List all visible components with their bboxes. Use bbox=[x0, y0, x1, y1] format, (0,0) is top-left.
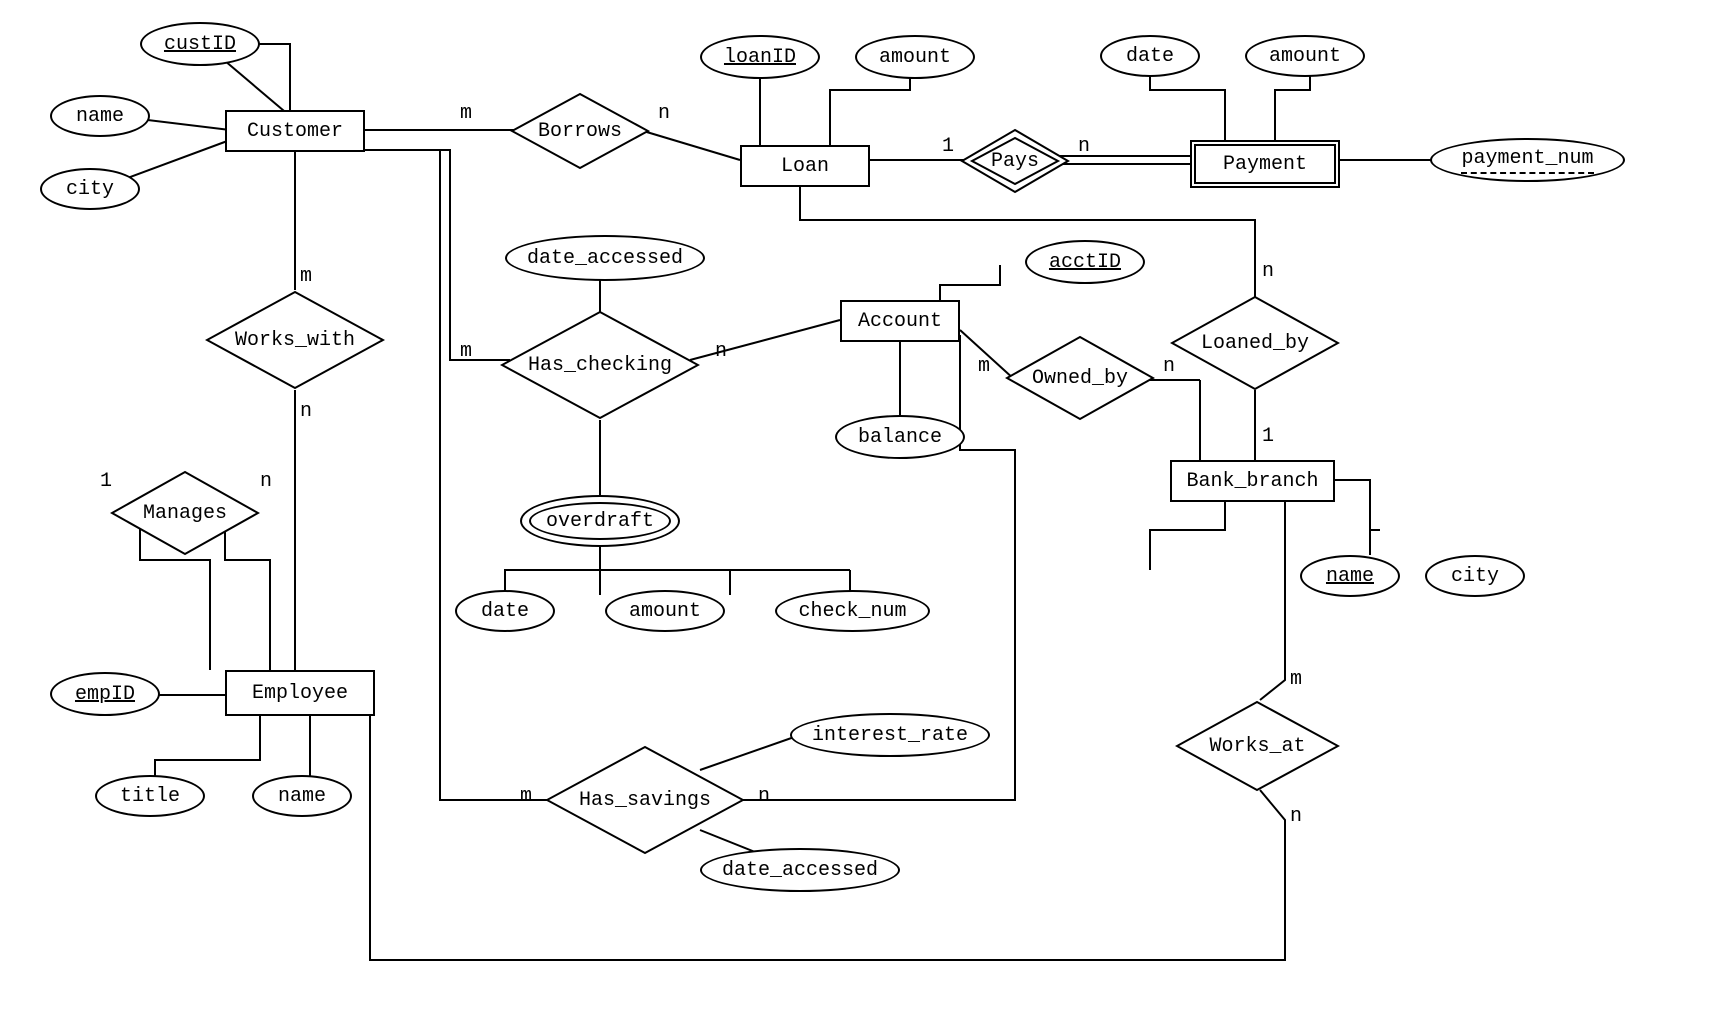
rel-works-at-label: Works_at bbox=[1209, 735, 1305, 758]
attr-cust-name: name bbox=[50, 95, 150, 137]
attr-payment-num: payment_num bbox=[1430, 138, 1625, 182]
rel-has-checking: Has_checking bbox=[500, 310, 700, 420]
entity-loan: Loan bbox=[740, 145, 870, 187]
attr-date-accessed: date_accessed bbox=[505, 235, 705, 281]
attr-loan-amount: amount bbox=[855, 35, 975, 79]
rel-manages: Manages bbox=[110, 470, 260, 556]
rel-borrows-label: Borrows bbox=[538, 120, 622, 143]
rel-manages-label: Manages bbox=[143, 502, 227, 525]
attr-branch-city: city bbox=[1425, 555, 1525, 597]
entity-account: Account bbox=[840, 300, 960, 342]
card-wat-branch: m bbox=[1290, 668, 1302, 691]
rel-has-savings: Has_savings bbox=[545, 745, 745, 855]
attr-balance: balance bbox=[835, 415, 965, 459]
rel-has-savings-label: Has_savings bbox=[579, 789, 711, 812]
attr-pay-date: date bbox=[1100, 35, 1200, 77]
attr-cust-city: city bbox=[40, 168, 140, 210]
rel-works-at: Works_at bbox=[1175, 700, 1340, 792]
entity-payment-label: Payment bbox=[1223, 153, 1307, 176]
card-pays-loan: 1 bbox=[942, 135, 954, 158]
card-pays-pay: n bbox=[1078, 135, 1090, 158]
rel-loaned-by-label: Loaned_by bbox=[1201, 332, 1309, 355]
rel-pays-weak: Pays bbox=[960, 128, 1070, 194]
card-hsav-acct: n bbox=[758, 785, 770, 808]
attr-empid: empID bbox=[50, 672, 160, 716]
er-diagram-canvas: Customer Loan Payment Account Bank_branc… bbox=[0, 0, 1720, 1018]
rel-has-checking-label: Has_checking bbox=[528, 354, 672, 377]
card-hchk-cust: m bbox=[460, 340, 472, 363]
entity-bank-branch-label: Bank_branch bbox=[1186, 470, 1318, 493]
card-loaned-branch: 1 bbox=[1262, 425, 1274, 448]
attr-emp-title: title bbox=[95, 775, 205, 817]
entity-employee: Employee bbox=[225, 670, 375, 716]
entity-loan-label: Loan bbox=[781, 155, 829, 178]
card-wwith-cust: m bbox=[300, 265, 312, 288]
attr-branch-name: name bbox=[1300, 555, 1400, 597]
entity-bank-branch: Bank_branch bbox=[1170, 460, 1335, 502]
attr-overdraft-outer: overdraft bbox=[520, 495, 680, 547]
attr-interest-rate: interest_rate bbox=[790, 713, 990, 757]
card-owned-branch: n bbox=[1163, 355, 1175, 378]
card-hsav-cust: m bbox=[520, 785, 532, 808]
rel-works-with: Works_with bbox=[205, 290, 385, 390]
card-borrows-cust: m bbox=[460, 102, 472, 125]
rel-owned-by-label: Owned_by bbox=[1032, 367, 1128, 390]
card-borrows-loan: n bbox=[658, 102, 670, 125]
attr-custid: custID bbox=[140, 22, 260, 66]
card-mgr-one: 1 bbox=[100, 470, 112, 493]
card-hchk-acct: n bbox=[715, 340, 727, 363]
attr-sav-date-accessed: date_accessed bbox=[700, 848, 900, 892]
entity-customer-label: Customer bbox=[247, 120, 343, 143]
card-wat-emp: n bbox=[1290, 805, 1302, 828]
entity-customer: Customer bbox=[225, 110, 365, 152]
attr-emp-name: name bbox=[252, 775, 352, 817]
entity-employee-label: Employee bbox=[252, 682, 348, 705]
rel-borrows: Borrows bbox=[510, 92, 650, 170]
attr-acctid: acctID bbox=[1025, 240, 1145, 284]
rel-loaned-by: Loaned_by bbox=[1170, 295, 1340, 391]
rel-pays-label: Pays bbox=[991, 150, 1039, 173]
attr-od-amount: amount bbox=[605, 590, 725, 632]
entity-account-label: Account bbox=[858, 310, 942, 333]
card-owned-acct: m bbox=[978, 355, 990, 378]
attr-pay-amount: amount bbox=[1245, 35, 1365, 77]
card-loaned-loan: n bbox=[1262, 260, 1274, 283]
rel-owned-by: Owned_by bbox=[1005, 335, 1155, 421]
attr-od-date: date bbox=[455, 590, 555, 632]
attr-loanid: loanID bbox=[700, 35, 820, 79]
attr-overdraft-label: overdraft bbox=[546, 510, 654, 533]
card-wwith-emp: n bbox=[300, 400, 312, 423]
card-mgr-n: n bbox=[260, 470, 272, 493]
entity-payment-weak: Payment bbox=[1190, 140, 1340, 188]
rel-works-with-label: Works_with bbox=[235, 329, 355, 352]
attr-od-checknum: check_num bbox=[775, 590, 930, 632]
